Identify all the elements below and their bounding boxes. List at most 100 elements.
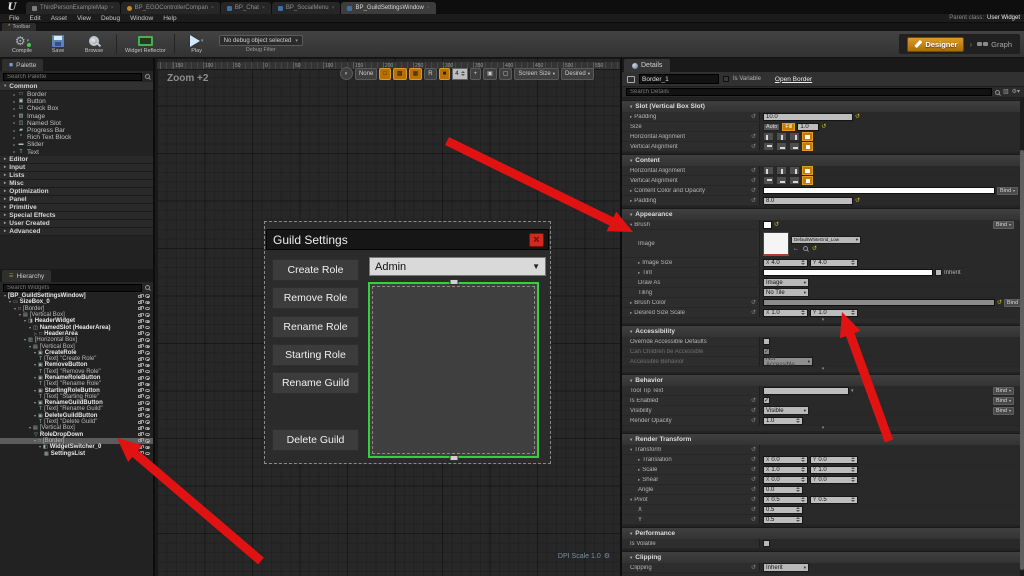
lock-toggle-button[interactable]: ▩: [393, 68, 407, 80]
menu-view[interactable]: View: [72, 15, 96, 22]
resize-handle-top[interactable]: [449, 279, 458, 285]
spinner-icon[interactable]: [794, 418, 800, 423]
visibility-icon[interactable]: [145, 452, 150, 456]
expander-icon[interactable]: ▾: [630, 497, 632, 503]
reset-to-default-icon[interactable]: ↺: [855, 198, 860, 204]
value-field[interactable]: 0.5: [763, 516, 803, 524]
expander-icon[interactable]: ▾: [19, 312, 21, 318]
spinner-icon[interactable]: [799, 457, 805, 462]
visibility-icon[interactable]: [145, 313, 150, 317]
expander-icon[interactable]: ▾: [29, 425, 31, 431]
checkbox[interactable]: ✓: [763, 397, 770, 404]
details-section-render-transform[interactable]: ▾Render Transform: [622, 433, 1024, 445]
reset-to-default-icon[interactable]: ↺: [812, 246, 817, 252]
reset-arrow-icon[interactable]: ↺: [751, 477, 756, 483]
halign-button-3[interactable]: [802, 166, 813, 175]
bind-button[interactable]: Bind▾: [993, 387, 1014, 395]
spinner-icon[interactable]: [849, 310, 855, 315]
is-variable-checkbox[interactable]: [723, 76, 729, 82]
visibility-icon[interactable]: [145, 320, 150, 324]
halign-button-0[interactable]: [763, 166, 774, 175]
reset-arrow-icon[interactable]: ↺: [751, 300, 756, 306]
details-section-performance[interactable]: ▾Performance: [622, 527, 1024, 539]
reset-to-default-icon[interactable]: ↺: [821, 124, 826, 130]
palette-category-optimization[interactable]: ▸Optimization: [0, 188, 153, 196]
palette-item-button[interactable]: ▣Button: [0, 98, 153, 105]
lock-icon[interactable]: [138, 433, 142, 436]
details-section-content[interactable]: ▾Content: [622, 154, 1024, 166]
value-field[interactable]: 1.0: [763, 417, 803, 425]
menu-asset[interactable]: Asset: [46, 15, 72, 22]
preview-button-create-role[interactable]: Create Role: [272, 259, 359, 281]
expander-icon[interactable]: ▾: [39, 444, 41, 450]
lock-icon[interactable]: [138, 345, 142, 348]
widget-name-field[interactable]: [639, 74, 719, 84]
dpi-scale-indicator[interactable]: DPI Scale 1.0 ⚙: [558, 552, 610, 560]
details-scrollbar[interactable]: [1020, 98, 1024, 576]
palette-category-editor[interactable]: ▸Editor: [0, 156, 153, 164]
asset-tab-bp-egocontrollercompan[interactable]: BP_EGOControllerCompan×: [121, 2, 220, 14]
reset-arrow-icon[interactable]: ↺: [751, 134, 756, 140]
expander-icon[interactable]: ▾: [34, 438, 36, 444]
halign-button-2[interactable]: [789, 166, 800, 175]
play-button[interactable]: ▾ Play: [183, 34, 211, 54]
visibility-icon[interactable]: [145, 301, 150, 305]
asset-tab-close-icon[interactable]: ×: [211, 5, 214, 11]
lock-icon[interactable]: [138, 370, 142, 373]
value-field[interactable]: X0.0: [763, 476, 808, 484]
lock-icon[interactable]: [138, 414, 142, 417]
visibility-icon[interactable]: [145, 351, 150, 355]
palette-item-check-box[interactable]: ☑Check Box: [0, 105, 153, 112]
palette-category-misc[interactable]: ▸Misc: [0, 180, 153, 188]
resize-handle-bottom[interactable]: [449, 455, 458, 461]
lock-icon[interactable]: [138, 358, 142, 361]
dropdown[interactable]: Inherit▾: [763, 563, 809, 572]
dropdown[interactable]: DefaultWhiteGrid_Low▾: [791, 236, 861, 244]
valign-button-0[interactable]: [763, 142, 774, 151]
menu-edit[interactable]: Edit: [24, 15, 45, 22]
transform-mode-button[interactable]: +: [470, 68, 482, 80]
lock-icon[interactable]: [138, 339, 142, 342]
asset-tab-close-icon[interactable]: ×: [427, 5, 430, 11]
hierarchy-search-input[interactable]: [3, 284, 142, 292]
reset-to-default-icon[interactable]: ↺: [855, 114, 860, 120]
expander-icon[interactable]: ▾: [34, 388, 36, 394]
valign-button-1[interactable]: [776, 176, 787, 185]
display-filter-icon[interactable]: ▥: [1003, 89, 1009, 95]
scrollbar-thumb[interactable]: [1020, 150, 1024, 570]
designer-mode-button[interactable]: Designer: [907, 37, 964, 52]
details-section-clipping[interactable]: ▾Clipping: [622, 551, 1024, 563]
menu-window[interactable]: Window: [125, 15, 158, 22]
expander-icon[interactable]: ▾: [24, 318, 26, 324]
palette-category-panel[interactable]: ▸Panel: [0, 196, 153, 204]
size-option-auto[interactable]: Auto: [763, 123, 780, 131]
preview-title-bar[interactable]: Guild Settings ×: [266, 229, 549, 250]
asset-tab-bp-socialmenu[interactable]: BP_SocialMenu×: [272, 2, 341, 14]
visibility-icon[interactable]: [145, 427, 150, 431]
visibility-icon[interactable]: [145, 420, 150, 424]
snap-toggle-button[interactable]: □: [379, 68, 391, 80]
asset-tab-close-icon[interactable]: ×: [262, 5, 265, 11]
lock-icon[interactable]: [138, 314, 142, 317]
reset-arrow-icon[interactable]: ↺: [751, 114, 756, 120]
bind-button[interactable]: Bind▾: [997, 187, 1018, 195]
desired-size-dropdown[interactable]: Desired▾: [561, 68, 594, 80]
selected-border-panel[interactable]: [368, 282, 539, 458]
palette-category-input[interactable]: ▸Input: [0, 164, 153, 172]
palette-category-primitive[interactable]: ▸Primitive: [0, 204, 153, 212]
expander-icon[interactable]: ▸: [630, 310, 632, 316]
expander-icon[interactable]: ▸: [630, 198, 632, 204]
lock-icon[interactable]: [138, 395, 142, 398]
visibility-icon[interactable]: [145, 294, 150, 298]
role-dropdown[interactable]: Admin ▼: [369, 257, 546, 276]
valign-button-0[interactable]: [763, 176, 774, 185]
visibility-icon[interactable]: [145, 395, 150, 399]
spinner-icon[interactable]: [849, 497, 855, 502]
menu-file[interactable]: File: [4, 15, 24, 22]
visibility-icon[interactable]: [145, 439, 150, 443]
zoom-to-fit-button[interactable]: ▣: [483, 68, 497, 80]
value-field[interactable]: Y4.0: [810, 259, 858, 267]
dropdown[interactable]: Visible▾: [763, 406, 809, 415]
reset-arrow-icon[interactable]: ↺: [751, 565, 756, 571]
spinner-icon[interactable]: [849, 477, 855, 482]
